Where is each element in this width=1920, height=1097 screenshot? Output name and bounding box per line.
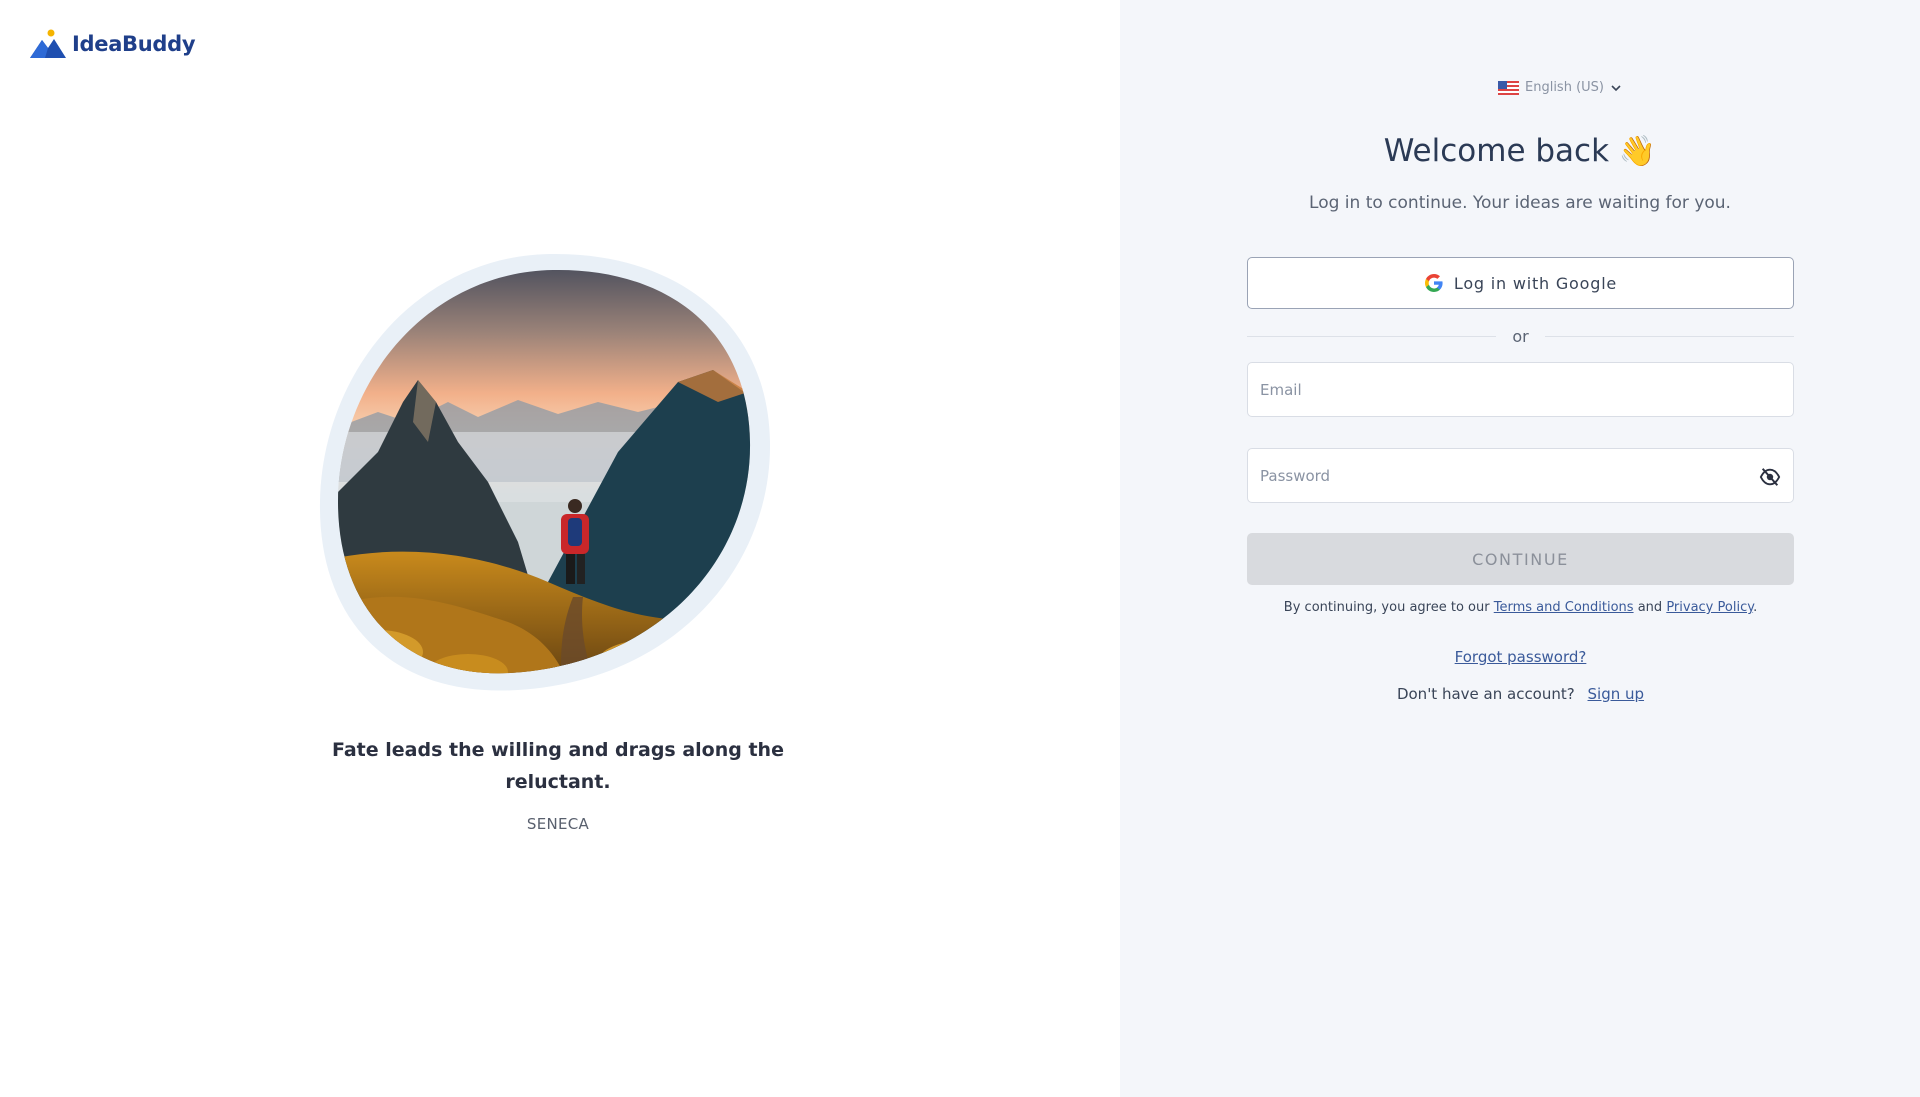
or-divider: or (1247, 324, 1794, 348)
eye-off-icon[interactable] (1759, 466, 1781, 488)
login-form: Log in with Google or CONTINUE (1247, 257, 1794, 703)
hero-image (318, 252, 796, 694)
google-button-label: Log in with Google (1453, 273, 1618, 293)
page-title: Welcome back 👋 (1120, 133, 1920, 169)
forgot-password-link[interactable]: Forgot password? (1455, 648, 1587, 666)
terms-prefix: By continuing, you agree to our (1283, 600, 1490, 615)
divider-text: or (1512, 326, 1529, 346)
mountain-logo-icon (30, 29, 66, 58)
title-text: Welcome back (1383, 133, 1610, 169)
terms-middle: and (1637, 600, 1663, 615)
chevron-down-icon (1611, 84, 1621, 91)
language-label: English (US) (1525, 80, 1604, 95)
privacy-link[interactable]: Privacy Policy (1666, 600, 1753, 615)
terms-suffix: . (1753, 600, 1758, 615)
quote-author: SENECA (526, 815, 590, 833)
google-icon (1424, 274, 1443, 292)
terms-notice: By continuing, you agree to our Terms an… (1247, 600, 1794, 615)
divider-line-right (1544, 335, 1794, 337)
page-subtitle: Log in to continue. Your ideas are waiti… (1309, 193, 1731, 213)
signup-prompt: Don't have an account? Sign up (1247, 685, 1794, 703)
waving-hand-icon: 👋 (1618, 134, 1657, 169)
google-login-button[interactable]: Log in with Google (1247, 257, 1794, 309)
us-flag-icon (1498, 80, 1519, 95)
right-panel: English (US) Welcome back 👋 Log in to co… (1120, 0, 1920, 1097)
email-field-wrapper (1247, 362, 1794, 417)
brand-name: IdeaBuddy (72, 32, 196, 56)
brand-logo[interactable]: IdeaBuddy (30, 28, 196, 60)
forgot-password: Forgot password? (1247, 648, 1794, 666)
signup-link[interactable]: Sign up (1588, 685, 1645, 703)
password-input[interactable] (1248, 449, 1793, 502)
signup-text: Don't have an account? (1396, 685, 1575, 703)
terms-link[interactable]: Terms and Conditions (1494, 600, 1634, 615)
quote-text: Fate leads the willing and drags along t… (332, 739, 784, 793)
divider-line-left (1247, 335, 1497, 337)
password-field-wrapper (1247, 448, 1794, 503)
email-input[interactable] (1248, 363, 1793, 416)
language-selector[interactable]: English (US) (1460, 80, 1660, 95)
continue-button[interactable]: CONTINUE (1247, 533, 1794, 585)
left-panel: IdeaBuddy Fate leads the willing and dra… (0, 0, 1120, 1097)
mountain-hiker-illustration (319, 253, 771, 691)
login-page: IdeaBuddy Fate leads the willing and dra… (0, 0, 1920, 1097)
